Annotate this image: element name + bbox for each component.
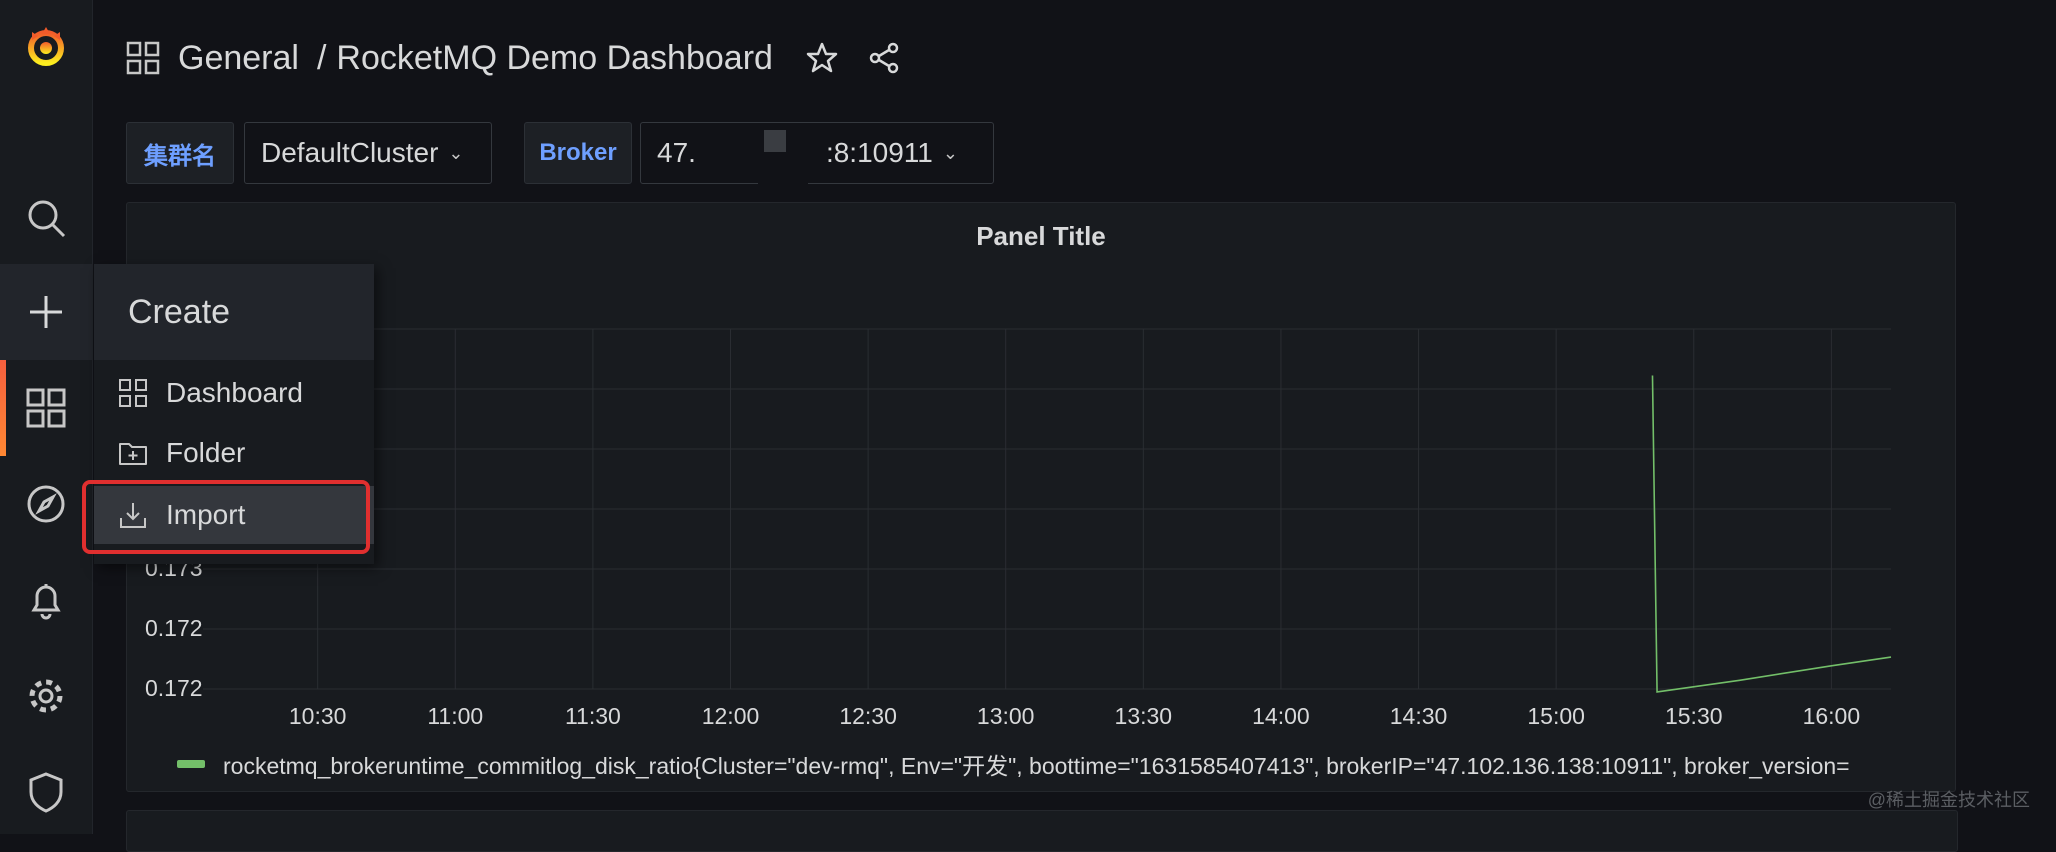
- plus-icon[interactable]: [0, 264, 92, 360]
- x-tick-label: 14:30: [1389, 703, 1448, 729]
- x-tick-label: 15:30: [1664, 703, 1723, 729]
- cluster-variable-label: 集群名: [126, 122, 234, 184]
- breadcrumb-folder[interactable]: General: [178, 39, 299, 78]
- create-dashboard-item[interactable]: Dashboard: [94, 364, 374, 422]
- broker-variable-label: Broker: [524, 122, 632, 184]
- star-icon[interactable]: [805, 41, 839, 75]
- watermark: @稀土掘金技术社区: [1867, 790, 2030, 810]
- x-tick-label: 14:00: [1252, 703, 1310, 729]
- search-icon: [28, 200, 66, 238]
- gear-icon[interactable]: [0, 648, 92, 744]
- broker-variable-value-suffix: :8:10911: [825, 137, 933, 168]
- cluster-variable-select[interactable]: DefaultCluster ⌄: [244, 122, 492, 184]
- compass-icon[interactable]: [0, 456, 92, 552]
- create-folder-item[interactable]: Folder: [94, 424, 374, 482]
- chevron-down-icon: ⌄: [448, 142, 464, 163]
- redaction-mask-square: [764, 130, 786, 152]
- create-menu-title[interactable]: Create: [94, 264, 374, 360]
- x-tick-label: 13:30: [1114, 703, 1173, 729]
- dashboard-header: General / RocketMQ Demo Dashboard: [126, 36, 901, 80]
- x-tick-label: 16:00: [1802, 703, 1861, 729]
- sidebar: [0, 0, 93, 834]
- x-tick-label: 12:30: [839, 703, 897, 729]
- x-tick-label: 11:30: [564, 703, 621, 729]
- create-dashboard-label: Dashboard: [166, 377, 303, 408]
- grafana-logo-icon[interactable]: [0, 0, 92, 92]
- apps-icon: [26, 388, 66, 428]
- graph-panel-2: [126, 810, 1958, 852]
- shield-icon[interactable]: [0, 744, 92, 840]
- broker-variable-value-prefix: 47.: [657, 137, 696, 168]
- series-line: [1651, 375, 1892, 693]
- apps-icon[interactable]: [0, 360, 92, 456]
- broker-variable-select[interactable]: 47. :8:10911 ⌄: [640, 122, 994, 184]
- x-tick-label: 12:00: [701, 703, 760, 729]
- annotation-highlight: [82, 480, 370, 554]
- compass-icon: [27, 485, 65, 523]
- legend-label: rocketmq_brokeruntime_commitlog_disk_rat…: [223, 753, 1850, 779]
- legend-item[interactable]: rocketmq_brokeruntime_commitlog_disk_rat…: [177, 747, 1850, 781]
- apps-icon: [119, 379, 147, 407]
- page-title[interactable]: RocketMQ Demo Dashboard: [336, 39, 773, 78]
- y-tick-label: 0.172: [145, 615, 203, 641]
- x-tick-label: 11:00: [427, 703, 484, 729]
- chevron-down-icon: ⌄: [942, 142, 958, 163]
- x-tick-label: 15:00: [1527, 703, 1585, 729]
- share-icon[interactable]: [867, 41, 901, 75]
- folder-plus-icon: [119, 443, 147, 465]
- breadcrumb-separator: /: [316, 38, 327, 77]
- shield-icon: [29, 772, 63, 813]
- gear-icon: [29, 679, 63, 713]
- create-folder-label: Folder: [166, 437, 246, 468]
- x-tick-label: 10:30: [288, 703, 347, 729]
- legend-swatch: [177, 760, 205, 768]
- graph-panel[interactable]: Panel Title 0.173 0.172 0.172 10:30 11:00…: [126, 202, 1956, 792]
- x-tick-label: 13:00: [976, 703, 1035, 729]
- apps-icon: [126, 41, 160, 75]
- bell-icon: [31, 584, 61, 620]
- grafana-logo-icon: [28, 27, 64, 66]
- y-tick-label: 0.172: [145, 675, 203, 701]
- plus-icon: [30, 296, 62, 328]
- search-icon[interactable]: [0, 170, 92, 266]
- bell-icon[interactable]: [0, 552, 92, 648]
- cluster-variable-value: DefaultCluster: [261, 137, 439, 168]
